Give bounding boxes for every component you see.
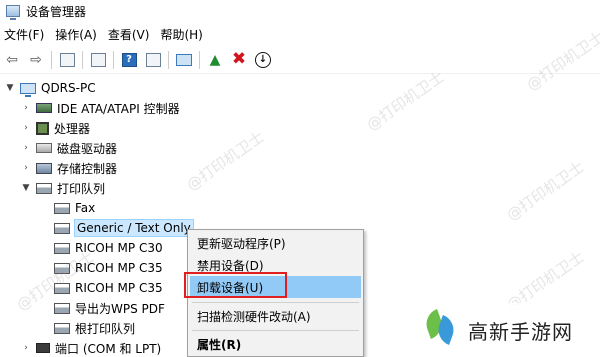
category-label: IDE ATA/ATAPI 控制器	[57, 101, 180, 116]
tree-root[interactable]: ▼ QDRS-PC	[4, 78, 96, 98]
toolbar-separator	[168, 50, 169, 69]
chevron-right-icon[interactable]: ›	[20, 163, 32, 173]
uninstall-icon[interactable]: ✖	[227, 49, 251, 71]
tree-item[interactable]: RICOH MP C30	[54, 238, 163, 258]
printer-icon	[54, 242, 70, 254]
disable-icon[interactable]: ↓	[251, 49, 275, 71]
chevron-down-icon[interactable]: ▼	[4, 83, 16, 93]
category-label: 端口 (COM 和 LPT)	[55, 341, 162, 356]
menu-update-driver[interactable]: 更新驱动程序(P)	[190, 232, 361, 254]
printer-icon	[54, 282, 70, 294]
view-icon[interactable]	[141, 49, 165, 71]
printer-icon	[36, 182, 52, 194]
window-title: 设备管理器	[26, 4, 87, 19]
ide-controller-icon	[36, 103, 52, 113]
tree-item[interactable]: RICOH MP C35	[54, 258, 163, 278]
menu-action[interactable]: 操作(A)	[51, 24, 104, 46]
cpu-icon	[36, 121, 49, 135]
printer-icon	[54, 322, 70, 334]
tree-item[interactable]: Fax	[54, 198, 95, 218]
brand-name: 高新手游网	[468, 319, 573, 344]
menu-file[interactable]: 文件(F)	[0, 24, 51, 46]
tree-item-selected[interactable]: Generic / Text Only	[54, 218, 194, 238]
disk-icon	[36, 143, 52, 153]
menu-separator	[192, 302, 359, 303]
toolbar: ⇦ ⇨ ? ▲ ✖ ↓	[0, 46, 600, 74]
tree-item[interactable]: 导出为WPS PDF	[54, 298, 165, 318]
menu-view[interactable]: 查看(V)	[104, 24, 157, 46]
monitor-icon[interactable]	[172, 49, 196, 71]
chevron-right-icon[interactable]: ›	[20, 103, 32, 113]
menu-separator	[192, 330, 359, 331]
printer-icon	[54, 262, 70, 274]
help-icon[interactable]: ?	[117, 49, 141, 71]
toolbar-separator	[113, 50, 114, 69]
toolbar-separator	[82, 50, 83, 69]
brand-leaf-icon	[420, 307, 460, 353]
tree-category[interactable]: › 处理器	[20, 118, 90, 138]
item-label: RICOH MP C35	[75, 281, 163, 295]
toolbar-separator	[199, 50, 200, 69]
computer-icon	[20, 82, 36, 97]
item-label: 导出为WPS PDF	[75, 301, 165, 316]
printer-icon	[54, 202, 70, 214]
storage-controller-icon	[36, 162, 52, 174]
category-label: 处理器	[54, 121, 91, 136]
show-hide-tree-icon[interactable]	[55, 49, 79, 71]
chevron-right-icon[interactable]: ›	[20, 123, 32, 133]
printer-icon	[54, 222, 70, 234]
back-icon[interactable]: ⇦	[0, 49, 24, 71]
chevron-right-icon[interactable]: ›	[20, 343, 32, 353]
port-icon	[36, 343, 50, 353]
menu-properties[interactable]: 属性(R)	[190, 333, 361, 355]
brand-logo-overlay: 高新手游网	[420, 303, 600, 357]
tree-root-label: QDRS-PC	[41, 81, 96, 95]
menu-help[interactable]: 帮助(H)	[156, 24, 209, 46]
item-label: Generic / Text Only	[74, 219, 194, 237]
category-label: 磁盘驱动器	[57, 141, 118, 156]
help-glyph: ?	[121, 52, 137, 67]
toolbar-separator	[51, 50, 52, 69]
tree-item[interactable]: 根打印队列	[54, 318, 135, 338]
update-driver-icon[interactable]: ▲	[203, 49, 227, 71]
menu-bar: 文件(F) 操作(A) 查看(V) 帮助(H)	[0, 24, 600, 46]
printer-icon	[54, 302, 70, 314]
category-label: 打印队列	[57, 181, 106, 196]
item-label: RICOH MP C30	[75, 241, 163, 255]
tree-item[interactable]: RICOH MP C35	[54, 278, 163, 298]
tree-category[interactable]: › 端口 (COM 和 LPT)	[20, 338, 161, 357]
item-label: RICOH MP C35	[75, 261, 163, 275]
chevron-down-icon[interactable]: ▼	[20, 183, 32, 193]
menu-scan-hardware[interactable]: 扫描检测硬件改动(A)	[190, 305, 361, 327]
tree-category[interactable]: › IDE ATA/ATAPI 控制器	[20, 98, 180, 118]
item-label: 根打印队列	[75, 321, 136, 336]
tree-category[interactable]: › 存储控制器	[20, 158, 117, 178]
highlight-annotation-box	[184, 272, 287, 298]
device-manager-icon	[6, 5, 20, 20]
tree-category-print-queue[interactable]: ▼ 打印队列	[20, 178, 105, 198]
properties-icon[interactable]	[86, 49, 110, 71]
tree-category[interactable]: › 磁盘驱动器	[20, 138, 117, 158]
category-label: 存储控制器	[57, 161, 118, 176]
title-bar: 设备管理器	[0, 0, 600, 22]
chevron-right-icon[interactable]: ›	[20, 143, 32, 153]
item-label: Fax	[75, 201, 96, 215]
forward-icon[interactable]: ⇨	[24, 49, 48, 71]
